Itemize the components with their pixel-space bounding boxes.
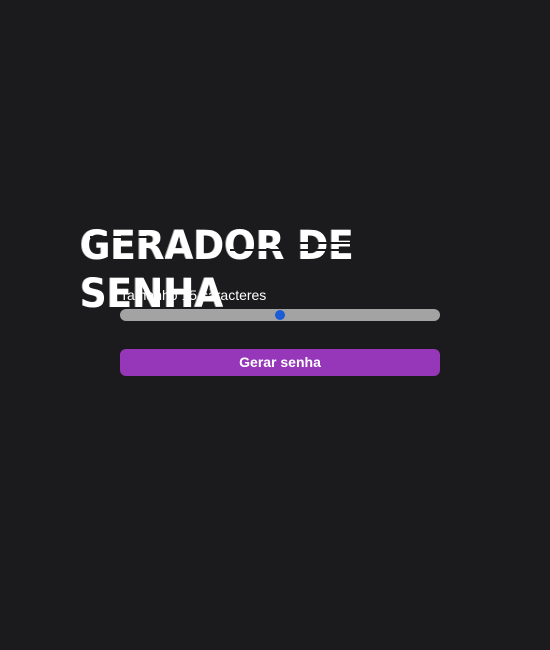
title-scratch-mark xyxy=(90,236,150,238)
length-value: 15 xyxy=(181,287,198,303)
length-slider[interactable] xyxy=(120,309,440,321)
app-container: GERADOR DE SENHA Tamanho 15 caracteres G… xyxy=(0,0,550,650)
length-label: Tamanho 15 caracteres xyxy=(120,286,266,304)
slider-thumb[interactable] xyxy=(275,310,285,320)
title-scratch-mark xyxy=(380,255,470,257)
title-scratch-mark xyxy=(230,249,350,251)
generate-password-button[interactable]: Gerar senha xyxy=(120,349,440,376)
length-label-suffix: caracteres xyxy=(200,287,267,303)
title-scratch-mark xyxy=(290,242,360,244)
title-wrapper: GERADOR DE SENHA xyxy=(80,222,480,317)
length-label-prefix: Tamanho xyxy=(120,287,178,303)
